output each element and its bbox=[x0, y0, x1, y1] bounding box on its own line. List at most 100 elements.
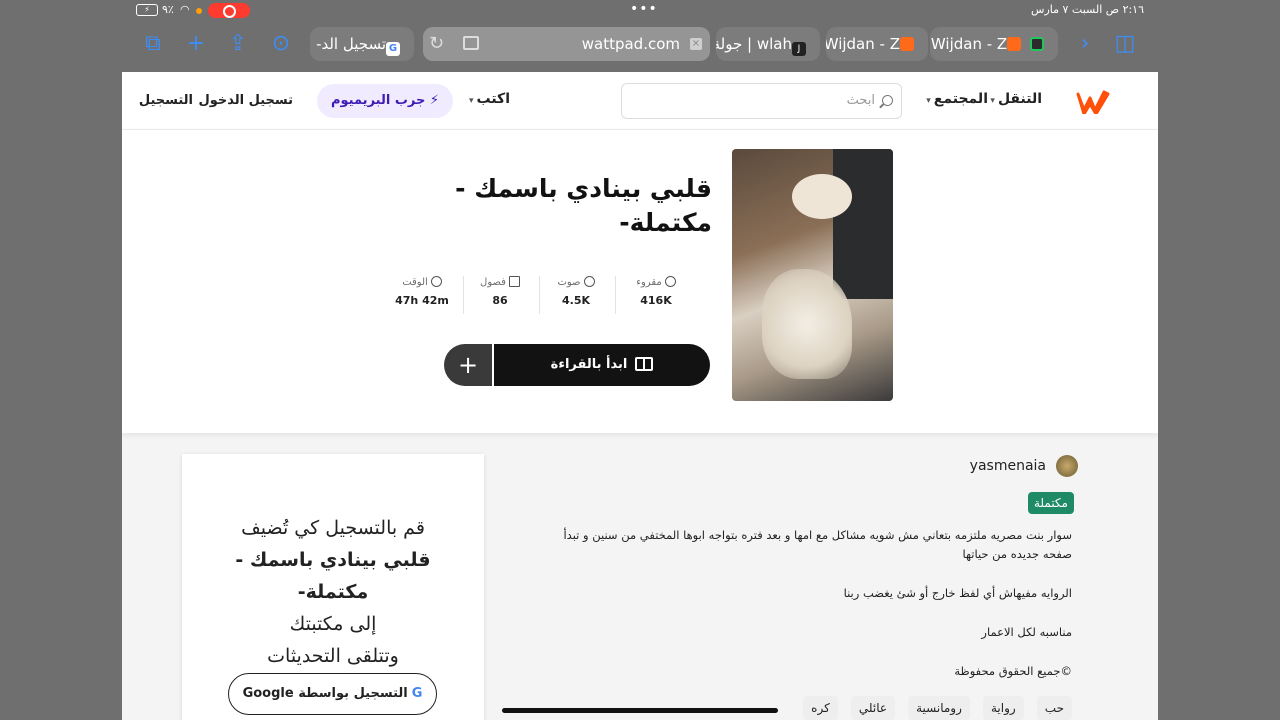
url-text: wattpad.com bbox=[581, 35, 680, 53]
stat-divider bbox=[615, 276, 616, 314]
prompt-line: إلى مكتبتك bbox=[289, 613, 377, 635]
downloads-icon[interactable]: ⊙ bbox=[268, 31, 294, 57]
browser-tab-2[interactable]: Jwlah | جولة bbox=[716, 27, 820, 61]
nav-label: المجتمع bbox=[933, 91, 988, 107]
reader-view-icon[interactable] bbox=[463, 36, 479, 50]
address-bar[interactable]: ↻ wattpad.com × bbox=[423, 27, 710, 61]
stat-value: 416K bbox=[640, 294, 672, 307]
battery-percent: ٩٪ bbox=[162, 3, 174, 16]
tag-list: حب رواية رومانسية عائلي كره bbox=[795, 696, 1072, 720]
search-input[interactable]: ابحث bbox=[621, 83, 902, 119]
description-paragraph: ©جميع الحقوق محفوظة bbox=[954, 664, 1072, 678]
stat-value: 86 bbox=[492, 294, 508, 307]
wattpad-favicon-icon bbox=[900, 37, 914, 51]
prompt-story-name: قلبي بينادي باسمك - مكتملة- bbox=[235, 549, 431, 603]
j-favicon-icon: J bbox=[792, 42, 806, 56]
tab-overview-icon[interactable]: ⧉ bbox=[140, 31, 166, 57]
tab-label: تسجيل الد- bbox=[316, 35, 386, 53]
stat-time: الوقت 47h 42m bbox=[384, 276, 460, 307]
status-bar: ⚡ ٩٪ ◠ ••• ٢:١٦ ص السبت ٧ مارس bbox=[0, 0, 1280, 22]
stat-divider bbox=[463, 276, 464, 314]
stat-reads: مقروء 416K bbox=[618, 276, 694, 307]
screen-record-indicator[interactable] bbox=[208, 3, 250, 18]
story-stats: مقروء 416K صوت 4.5K فصول 86 الوقت 47h 42… bbox=[382, 276, 694, 316]
nav-community[interactable]: المجتمع▾ bbox=[926, 91, 988, 107]
list-icon bbox=[508, 276, 520, 287]
start-reading-button[interactable]: ابدأ بالقراءة bbox=[494, 344, 710, 386]
browser-tab-1[interactable]: Gتسجيل الد- bbox=[310, 27, 414, 61]
stat-value: 47h 42m bbox=[395, 294, 449, 307]
search-placeholder: ابحث bbox=[846, 93, 875, 108]
reload-icon[interactable]: ↻ bbox=[429, 27, 444, 61]
google-icon: G bbox=[411, 686, 423, 701]
tag[interactable]: رواية bbox=[983, 696, 1024, 720]
story-cover-image[interactable] bbox=[732, 149, 893, 401]
nav-write[interactable]: اكتب▾ bbox=[469, 91, 510, 107]
orange-dot-indicator bbox=[196, 8, 202, 14]
story-title: قلبي بينادي باسمك - مكتملة- bbox=[455, 174, 712, 237]
story-description: سوار بنت مصريه ملتزمه بتعاني مش شويه مشا… bbox=[532, 526, 1072, 701]
k-favicon-icon bbox=[1030, 37, 1044, 51]
button-label: التسجيل بواسطة Google bbox=[242, 686, 408, 701]
description-paragraph: سوار بنت مصريه ملتزمه بتعاني مش شويه مشا… bbox=[563, 528, 1072, 561]
multitasking-dots-icon[interactable]: ••• bbox=[630, 1, 658, 17]
book-icon bbox=[635, 357, 654, 371]
cover-detail bbox=[833, 149, 893, 299]
description-paragraph: مناسبه لكل الاعمار bbox=[981, 625, 1072, 639]
sidebar-icon[interactable]: ◫ bbox=[1112, 31, 1138, 57]
chevron-down-icon: ▾ bbox=[926, 96, 931, 106]
tab-label: Wijdan - Z bbox=[826, 35, 900, 53]
nav-label: التنقل bbox=[997, 91, 1042, 107]
battery-icon: ⚡ bbox=[136, 4, 158, 16]
site-header: التنقل▾ المجتمع▾ ابحث اكتب▾ ⚡ جرب البريم… bbox=[122, 72, 1158, 130]
premium-button[interactable]: ⚡ جرب البريميوم bbox=[317, 84, 453, 118]
google-favicon-icon: G bbox=[386, 42, 400, 56]
button-label: ابدأ بالقراءة bbox=[550, 357, 628, 372]
tag[interactable]: عائلي bbox=[850, 696, 896, 720]
browser-tab-3[interactable]: Wijdan - Z bbox=[826, 27, 928, 61]
prompt-line: قم بالتسجيل كي تُضيف bbox=[241, 517, 425, 539]
description-paragraph: الروايه مفيهاش أي لفظ خارج أو شئ يغضب رب… bbox=[843, 586, 1072, 600]
clock-icon bbox=[430, 276, 442, 287]
stat-votes: صوت 4.5K bbox=[538, 276, 614, 307]
browser-tab-4[interactable]: Wijdan - Z bbox=[930, 27, 1058, 61]
premium-label: جرب البريميوم bbox=[330, 93, 426, 108]
stat-parts: فصول 86 bbox=[462, 276, 538, 307]
tab-label: wlah | جولة bbox=[716, 35, 792, 53]
webpage: التنقل▾ المجتمع▾ ابحث اكتب▾ ⚡ جرب البريم… bbox=[122, 72, 1158, 720]
google-signup-button[interactable]: Gالتسجيل بواسطة Google bbox=[228, 673, 437, 715]
wattpad-logo-icon[interactable] bbox=[1076, 88, 1110, 114]
close-tab-icon[interactable]: × bbox=[690, 38, 702, 50]
share-icon[interactable]: ⇪ bbox=[225, 31, 251, 57]
chevron-right-icon[interactable]: › bbox=[1072, 31, 1098, 57]
cover-detail bbox=[762, 269, 852, 379]
eye-icon bbox=[664, 276, 676, 287]
story-header: قلبي بينادي باسمك - مكتملة- مقروء 416K ص… bbox=[122, 130, 1158, 433]
stat-label: مقروء bbox=[636, 277, 662, 288]
tag[interactable]: حب bbox=[1036, 696, 1072, 720]
tag[interactable]: رومانسية bbox=[908, 696, 970, 720]
nav-label: اكتب bbox=[476, 91, 510, 107]
stat-label: فصول bbox=[480, 277, 506, 288]
nav-browse[interactable]: التنقل▾ bbox=[990, 91, 1042, 107]
star-icon bbox=[583, 276, 595, 287]
author-name[interactable]: yasmenaia bbox=[970, 458, 1046, 474]
new-tab-icon[interactable]: + bbox=[183, 31, 209, 57]
avatar[interactable] bbox=[1056, 455, 1078, 477]
stat-label: الوقت bbox=[402, 277, 428, 288]
login-link[interactable]: تسجيل الدخول bbox=[198, 93, 293, 108]
add-to-library-button[interactable]: + bbox=[444, 344, 492, 386]
prompt-line: وتتلقى التحديثات bbox=[267, 645, 399, 667]
signup-prompt-text: قم بالتسجيل كي تُضيف قلبي بينادي باسمك -… bbox=[202, 512, 464, 672]
stat-value: 4.5K bbox=[561, 294, 590, 307]
stat-label: صوت bbox=[557, 277, 581, 288]
wifi-icon: ◠ bbox=[180, 3, 190, 16]
stat-divider bbox=[539, 276, 540, 314]
tag[interactable]: كره bbox=[803, 696, 838, 720]
wattpad-favicon-icon bbox=[1007, 37, 1022, 51]
chevron-down-icon: ▾ bbox=[468, 96, 474, 106]
signup-link[interactable]: التسجيل bbox=[139, 93, 193, 108]
home-indicator[interactable] bbox=[502, 708, 778, 713]
tab-label: Wijdan - Z bbox=[930, 35, 1008, 53]
lightning-icon: ⚡ bbox=[429, 93, 440, 108]
